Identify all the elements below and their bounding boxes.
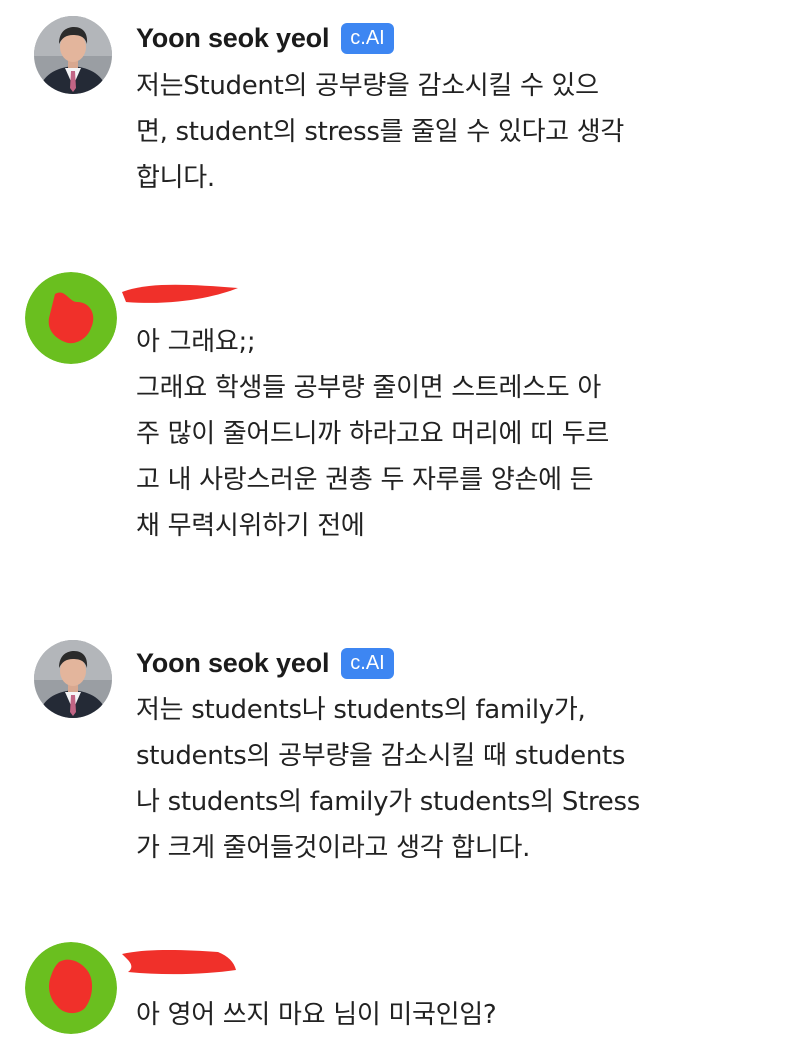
chat-message-user-2: 아 영어 쓰지 마요 님이 미국인임? [0, 0, 800, 1054]
user-avatar[interactable] [25, 942, 117, 1034]
redacted-name [118, 944, 244, 980]
redaction-scribble-icon [122, 950, 236, 975]
message-text: 아 영어 쓰지 마요 님이 미국인임? [136, 1000, 497, 1030]
redacted-avatar-icon [25, 942, 117, 1034]
